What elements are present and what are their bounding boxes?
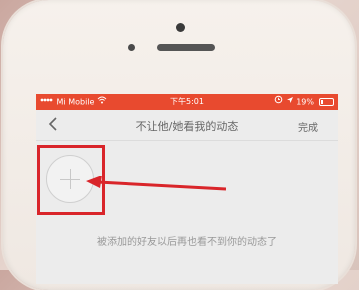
battery-percent: 19% (296, 97, 314, 107)
annotation-arrow (86, 176, 226, 191)
page-title: 不让他/她看我的动态 (135, 120, 239, 133)
app-screen: Mi Mobile 下午5:01 19% 不让他/她看我的动态 完成 被添加的好… (36, 94, 338, 284)
hint-text: 被添加的好友以后再也看不到你的动态了 (97, 237, 277, 248)
proximity-sensor (128, 44, 135, 51)
battery-icon (319, 98, 334, 106)
done-button[interactable]: 完成 (298, 119, 318, 134)
phone-frame: Mi Mobile 下午5:01 19% 不让他/她看我的动态 完成 被添加的好… (3, 0, 355, 290)
earpiece-speaker (157, 44, 215, 51)
status-right: 19% (274, 94, 314, 111)
battery-level-fill (321, 100, 323, 104)
member-area: 被添加的好友以后再也看不到你的动态了 (36, 141, 338, 284)
location-arrow-icon (286, 94, 294, 110)
front-camera (176, 23, 185, 32)
status-bar: Mi Mobile 下午5:01 19% (36, 94, 338, 110)
alarm-icon (274, 94, 283, 110)
nav-bar: 不让他/她看我的动态 完成 (36, 110, 338, 140)
